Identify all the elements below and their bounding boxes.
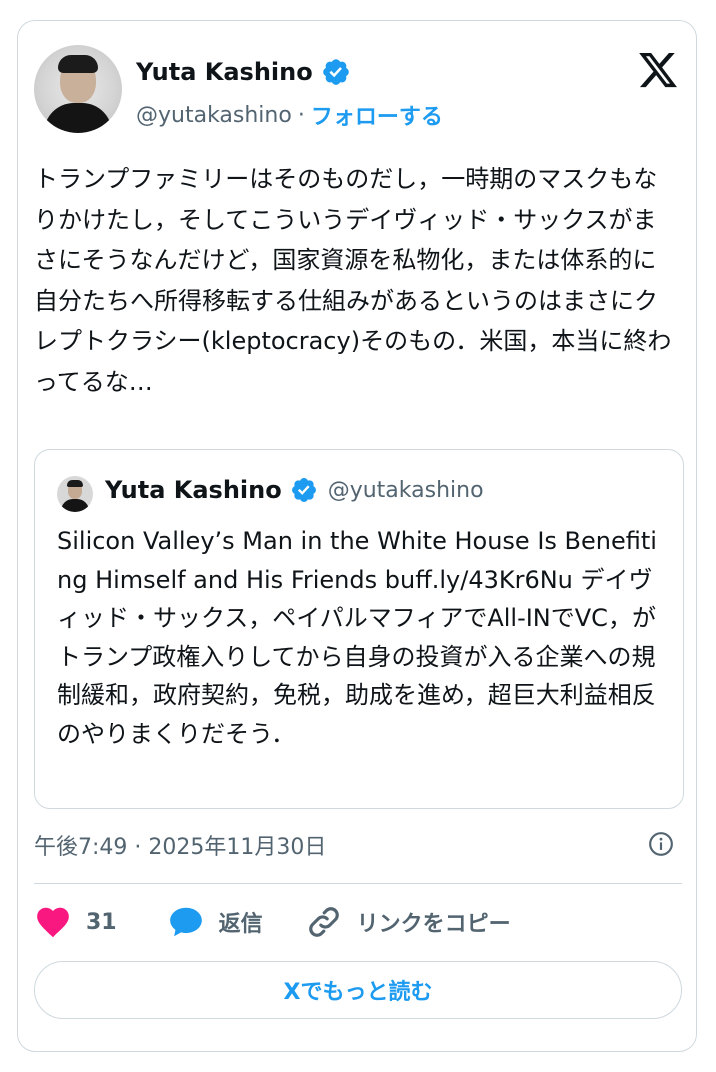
tweet-timestamp[interactable]: 午後7:49 · 2025年11月30日 xyxy=(34,829,326,861)
divider xyxy=(34,883,682,884)
action-bar: 31 返信 リンクをコピー xyxy=(34,901,511,943)
author-name-row: Yuta Kashino xyxy=(136,57,351,87)
tweet-text: トランプファミリーはそのものだし，一時期のマスクもなりかけたし，そしてこういうデ… xyxy=(34,165,672,396)
quoted-tweet[interactable]: Yuta Kashino @yutakashino Silicon Valley… xyxy=(34,449,684,809)
tweet-embed-card: Yuta Kashino @yutakashino · フォローする トランプフ… xyxy=(17,20,697,1052)
info-icon[interactable] xyxy=(648,831,674,857)
like-button[interactable]: 31 xyxy=(34,903,117,941)
like-count: 31 xyxy=(86,909,117,935)
quoted-avatar xyxy=(57,476,93,512)
reply-label: 返信 xyxy=(218,912,263,937)
copy-link-button[interactable]: リンクをコピー xyxy=(305,903,511,941)
avatar-hair xyxy=(58,55,98,73)
avatar-body xyxy=(44,103,112,133)
reply-button[interactable]: 返信 xyxy=(167,903,263,941)
quoted-author-handle: @yutakashino xyxy=(327,477,484,503)
read-more-label: Xでもっと読む xyxy=(283,980,433,1005)
link-icon xyxy=(308,907,339,937)
author-name[interactable]: Yuta Kashino xyxy=(136,58,313,86)
heart-icon xyxy=(37,907,69,938)
verified-badge-icon xyxy=(291,478,316,502)
read-more-button[interactable]: Xでもっと読む xyxy=(34,961,682,1019)
quoted-author-row: Yuta Kashino @yutakashino xyxy=(105,476,484,504)
copy-link-label: リンクをコピー xyxy=(356,912,511,937)
quoted-avatar-hair xyxy=(67,480,83,487)
follow-button[interactable]: フォローする xyxy=(311,99,443,131)
author-handle-row: @yutakashino · フォローする xyxy=(136,99,443,131)
quoted-avatar-body xyxy=(61,499,89,512)
separator-dot: · xyxy=(297,102,305,128)
author-handle[interactable]: @yutakashino xyxy=(136,103,292,128)
avatar[interactable] xyxy=(34,45,122,133)
quoted-tweet-text: Silicon Valley’s Man in the White House … xyxy=(57,527,657,748)
x-logo-icon[interactable] xyxy=(636,49,680,91)
verified-badge-icon xyxy=(322,59,349,85)
quoted-author-name: Yuta Kashino xyxy=(105,476,282,504)
speech-bubble-icon xyxy=(169,907,202,937)
